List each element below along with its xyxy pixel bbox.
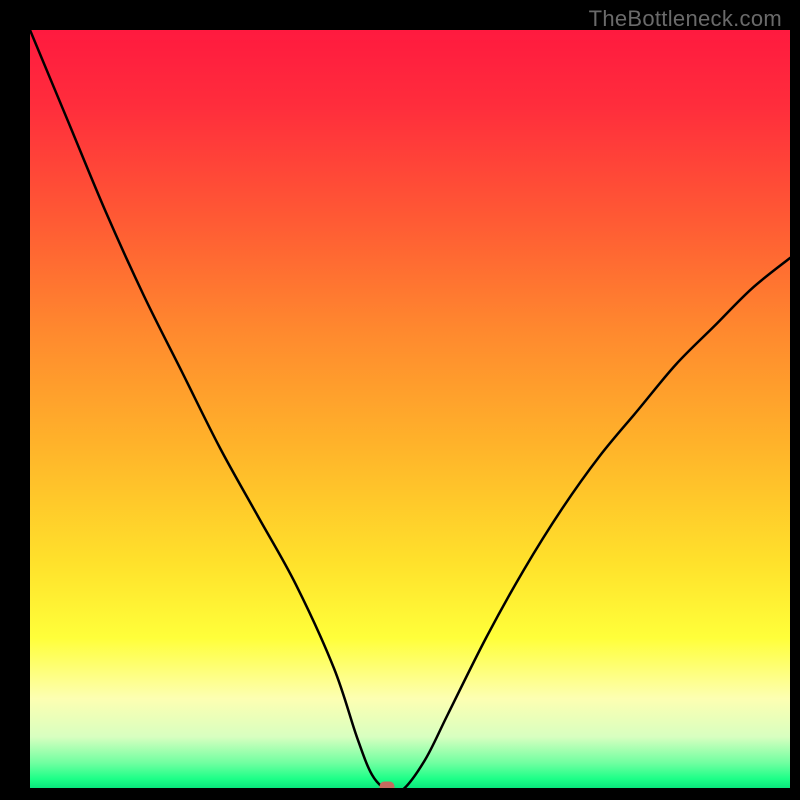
watermark-text: TheBottleneck.com (589, 6, 782, 32)
plot-area (30, 30, 790, 790)
chart-frame: TheBottleneck.com (0, 0, 800, 800)
curve-svg (30, 30, 790, 790)
bottleneck-curve (30, 30, 790, 790)
baseline (30, 788, 790, 790)
